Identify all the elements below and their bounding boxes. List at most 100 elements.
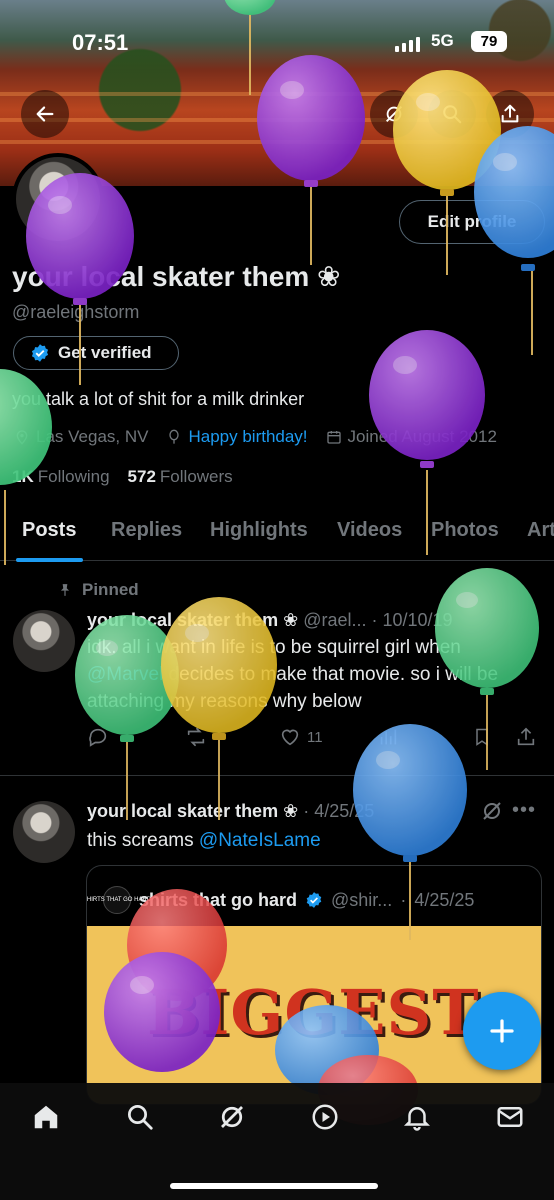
grok-button[interactable] bbox=[370, 90, 418, 138]
share-post-button[interactable] bbox=[515, 726, 537, 748]
home-indicator bbox=[170, 1183, 378, 1189]
following-label: Following bbox=[37, 467, 110, 486]
bell-icon bbox=[403, 1107, 431, 1131]
post-actions: 11 bbox=[87, 726, 537, 750]
get-verified-label: Get verified bbox=[58, 343, 152, 362]
signal-icon bbox=[395, 37, 420, 52]
calendar-icon bbox=[326, 431, 341, 444]
balloon-icon bbox=[169, 429, 180, 444]
mention-link[interactable]: @NateIsLame bbox=[199, 830, 321, 851]
following-count: 1K bbox=[12, 467, 34, 486]
quoted-date: 4/25/25 bbox=[414, 889, 475, 910]
post-avatar[interactable] bbox=[13, 801, 75, 863]
plus-icon bbox=[490, 1019, 514, 1043]
like-button[interactable]: 11 bbox=[279, 726, 323, 748]
post-header: your local skater them ❀ · 4/25/25 bbox=[87, 801, 375, 821]
status-bar: 07:51 5G 79 bbox=[0, 0, 554, 80]
post-handle: @rael... bbox=[303, 610, 367, 630]
birthday-label[interactable]: Happy birthday! bbox=[188, 427, 307, 447]
grok-icon bbox=[386, 106, 402, 122]
like-count: 11 bbox=[307, 728, 323, 746]
verified-badge-icon bbox=[31, 344, 49, 362]
battery-icon: 79 bbox=[471, 31, 507, 52]
reply-icon bbox=[89, 728, 107, 747]
followers-label: Followers bbox=[159, 467, 233, 486]
back-button[interactable] bbox=[21, 90, 69, 138]
quoted-avatar: SHIRTS THAT GO HARD bbox=[87, 886, 151, 914]
joined-item: Joined August 2012 bbox=[326, 427, 497, 447]
post-text: idk. all i want in life is to be squirre… bbox=[87, 634, 527, 715]
quoted-post[interactable]: SHIRTS THAT GO HARD shirts that go hard … bbox=[86, 865, 542, 1105]
repost-button[interactable] bbox=[185, 726, 207, 748]
tab-posts[interactable]: Posts bbox=[22, 519, 76, 542]
search-icon bbox=[443, 105, 462, 124]
more-options-icon[interactable]: ••• bbox=[512, 799, 536, 822]
profile-bio: you talk a lot of shit for a milk drinke… bbox=[12, 389, 305, 409]
tab-photos[interactable]: Photos bbox=[431, 519, 499, 542]
tab-art[interactable]: Art bbox=[527, 519, 554, 542]
quoted-image-text: BIGGEST bbox=[147, 976, 480, 1049]
nav-home[interactable] bbox=[30, 1101, 62, 1133]
edit-profile-button[interactable]: Edit profile bbox=[399, 200, 545, 244]
share-icon bbox=[517, 727, 535, 746]
joined-label: Joined August 2012 bbox=[347, 427, 497, 446]
post-text-part: this screams bbox=[87, 830, 199, 851]
profile-tabs: Posts Replies Highlights Videos Photos A… bbox=[0, 505, 554, 562]
heart-icon bbox=[281, 729, 299, 746]
search-icon bbox=[128, 1105, 153, 1130]
nav-grok[interactable] bbox=[216, 1101, 248, 1133]
pinned-label: Pinned bbox=[82, 580, 139, 599]
display-name: your local skater them ❀ bbox=[12, 261, 341, 292]
arrow-left-icon bbox=[36, 106, 54, 122]
quoted-handle: @shir... bbox=[331, 889, 393, 910]
views-icon bbox=[380, 729, 397, 745]
pin-icon bbox=[60, 584, 70, 596]
quoted-author: shirts that go hard bbox=[139, 889, 298, 910]
compose-button[interactable] bbox=[463, 992, 541, 1070]
nav-search[interactable] bbox=[124, 1101, 156, 1133]
pinned-indicator: Pinned bbox=[58, 580, 139, 600]
repost-icon bbox=[187, 727, 205, 747]
tab-highlights[interactable]: Highlights bbox=[210, 519, 308, 542]
mention-link[interactable]: @Marvel bbox=[87, 664, 163, 685]
bookmark-icon bbox=[476, 728, 488, 746]
profile-meta: Las Vegas, NV Happy birthday! Joined Aug… bbox=[14, 427, 497, 447]
pinned-post[interactable]: Pinned your local skater them ❀ @rael...… bbox=[0, 562, 554, 776]
post-text-part: idk. all i want in life is to be squirre… bbox=[87, 637, 461, 658]
post-date[interactable]: 10/10/19 bbox=[383, 610, 453, 630]
post-author[interactable]: your local skater them ❀ bbox=[87, 610, 298, 630]
verified-badge-icon bbox=[306, 892, 322, 908]
quoted-post-header: SHIRTS THAT GO HARD shirts that go hard … bbox=[87, 886, 475, 914]
nav-notifications[interactable] bbox=[401, 1101, 433, 1133]
views-button[interactable] bbox=[377, 726, 399, 748]
bottom-nav bbox=[0, 1083, 554, 1200]
following-link[interactable]: 1K Following bbox=[12, 467, 110, 487]
nav-video[interactable] bbox=[309, 1101, 341, 1133]
status-time: 07:51 bbox=[72, 30, 129, 55]
home-icon bbox=[34, 1105, 58, 1129]
post-avatar[interactable] bbox=[13, 610, 75, 672]
location-pin-icon bbox=[16, 430, 28, 445]
location-label: Las Vegas, NV bbox=[36, 427, 149, 446]
profile-handle: @raeleighstorm bbox=[12, 302, 140, 322]
post-author[interactable]: your local skater them ❀ bbox=[87, 801, 298, 821]
mail-icon bbox=[497, 1107, 523, 1127]
share-icon bbox=[501, 104, 519, 123]
bookmark-button[interactable] bbox=[472, 726, 492, 748]
reply-button[interactable] bbox=[87, 726, 109, 748]
followers-count: 572 bbox=[127, 467, 156, 486]
post-date[interactable]: 4/25/25 bbox=[314, 801, 374, 821]
grok-icon[interactable] bbox=[480, 799, 504, 823]
profile-avatar[interactable] bbox=[12, 153, 104, 245]
share-button[interactable] bbox=[486, 90, 534, 138]
tab-replies[interactable]: Replies bbox=[111, 519, 182, 542]
nav-messages[interactable] bbox=[494, 1101, 526, 1133]
play-icon bbox=[312, 1104, 338, 1130]
birthday-item[interactable]: Happy birthday! bbox=[166, 427, 308, 447]
followers-link[interactable]: 572 Followers bbox=[128, 467, 233, 487]
search-button[interactable] bbox=[428, 90, 476, 138]
grok-icon bbox=[221, 1106, 243, 1128]
get-verified-button[interactable]: Get verified bbox=[13, 336, 179, 370]
post-text: this screams @NateIsLame bbox=[87, 827, 527, 854]
tab-videos[interactable]: Videos bbox=[337, 519, 402, 542]
